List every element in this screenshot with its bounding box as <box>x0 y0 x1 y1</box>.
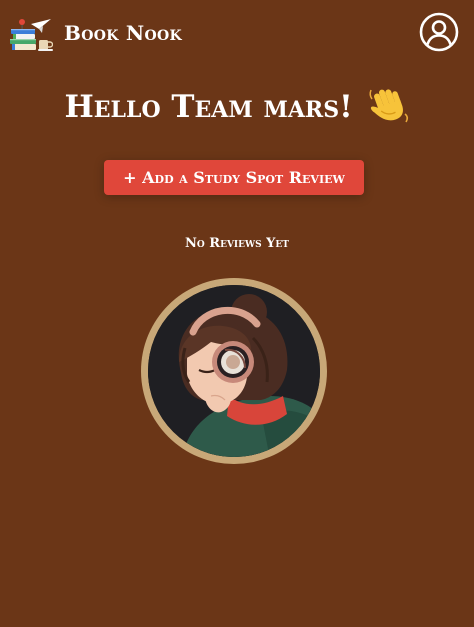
empty-state-message: No Reviews Yet <box>185 236 289 251</box>
greeting-heading: Hello Team mars! <box>0 84 474 130</box>
waving-hand-icon <box>368 88 408 122</box>
app-header: Book Nook <box>0 0 474 66</box>
greeting-text: Hello Team mars! <box>64 89 353 125</box>
profile-button[interactable] <box>419 12 459 52</box>
lofi-girl-illustration <box>141 278 327 464</box>
user-circle-icon <box>419 12 459 52</box>
brand-title[interactable]: Book Nook <box>64 20 182 46</box>
add-review-button[interactable]: + Add a Study Spot Review <box>104 160 364 195</box>
book-stack-icon[interactable] <box>9 18 53 52</box>
